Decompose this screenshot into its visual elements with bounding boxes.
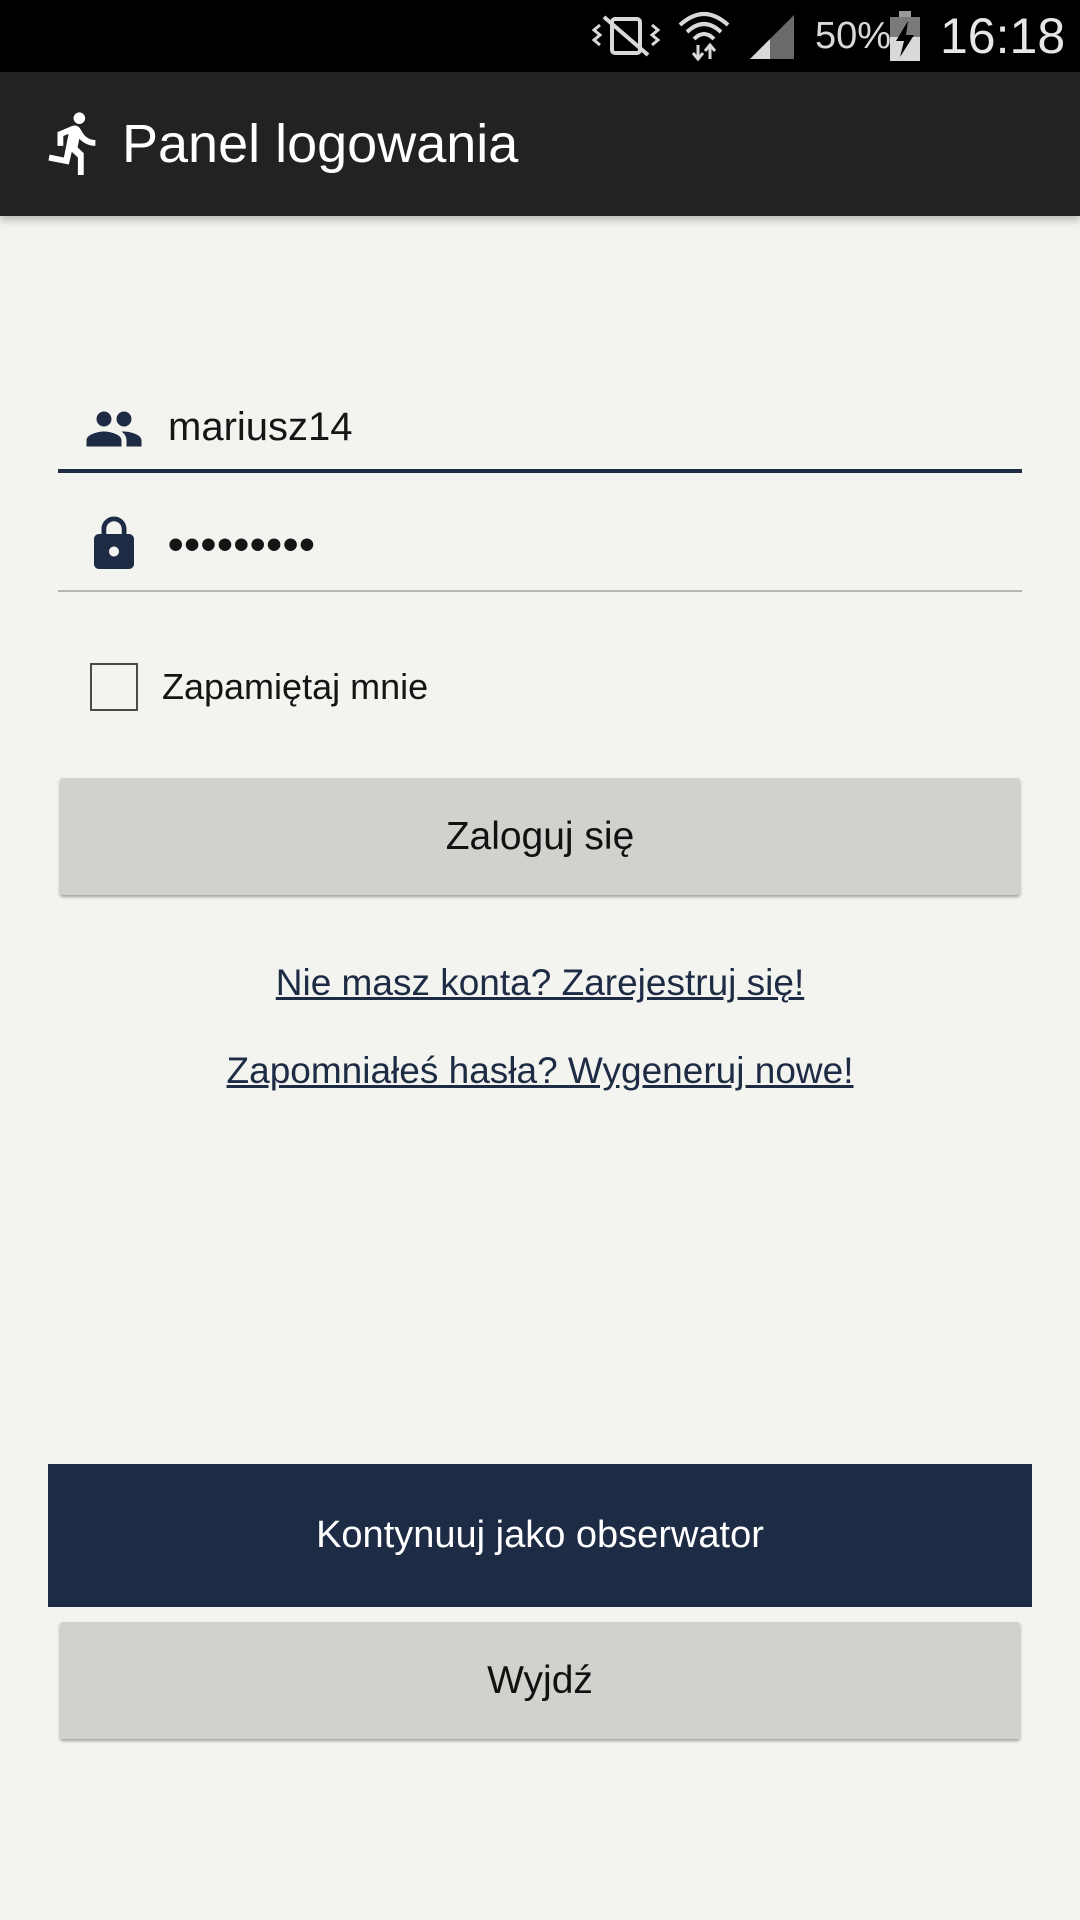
battery-percent: 50% <box>815 14 892 57</box>
page-title: Panel logowania <box>122 114 519 174</box>
password-value: ••••••••• <box>168 520 316 569</box>
wifi-icon <box>676 0 732 72</box>
exit-button[interactable]: Wyjdź <box>60 1622 1020 1739</box>
register-link[interactable]: Nie masz konta? Zarejestruj się! <box>0 962 1080 1004</box>
vibrate-mute-icon <box>590 0 662 72</box>
signal-icon <box>746 0 798 72</box>
continue-as-observer-button[interactable]: Kontynuuj jako obserwator <box>48 1464 1032 1607</box>
running-person-icon <box>40 108 110 178</box>
lock-icon <box>84 514 144 574</box>
username-value: mariusz14 <box>168 404 353 449</box>
remember-me-row[interactable]: Zapamiętaj mnie <box>90 663 428 711</box>
login-button[interactable]: Zaloguj się <box>60 778 1020 895</box>
status-bar: 50% 16:18 <box>0 0 1080 72</box>
login-screen: 50% 16:18 Panel logowania mariusz14 ••••… <box>0 0 1080 1920</box>
username-field[interactable]: mariusz14 <box>58 385 1022 473</box>
people-icon <box>84 399 144 459</box>
forgot-password-link[interactable]: Zapomniałeś hasła? Wygeneruj nowe! <box>0 1050 1080 1092</box>
remember-me-checkbox[interactable] <box>90 663 138 711</box>
remember-me-label[interactable]: Zapamiętaj mnie <box>162 666 428 708</box>
app-bar: Panel logowania <box>0 72 1080 216</box>
password-field[interactable]: ••••••••• <box>58 500 1022 592</box>
battery-charging-icon <box>888 0 922 72</box>
clock: 16:18 <box>940 8 1066 64</box>
